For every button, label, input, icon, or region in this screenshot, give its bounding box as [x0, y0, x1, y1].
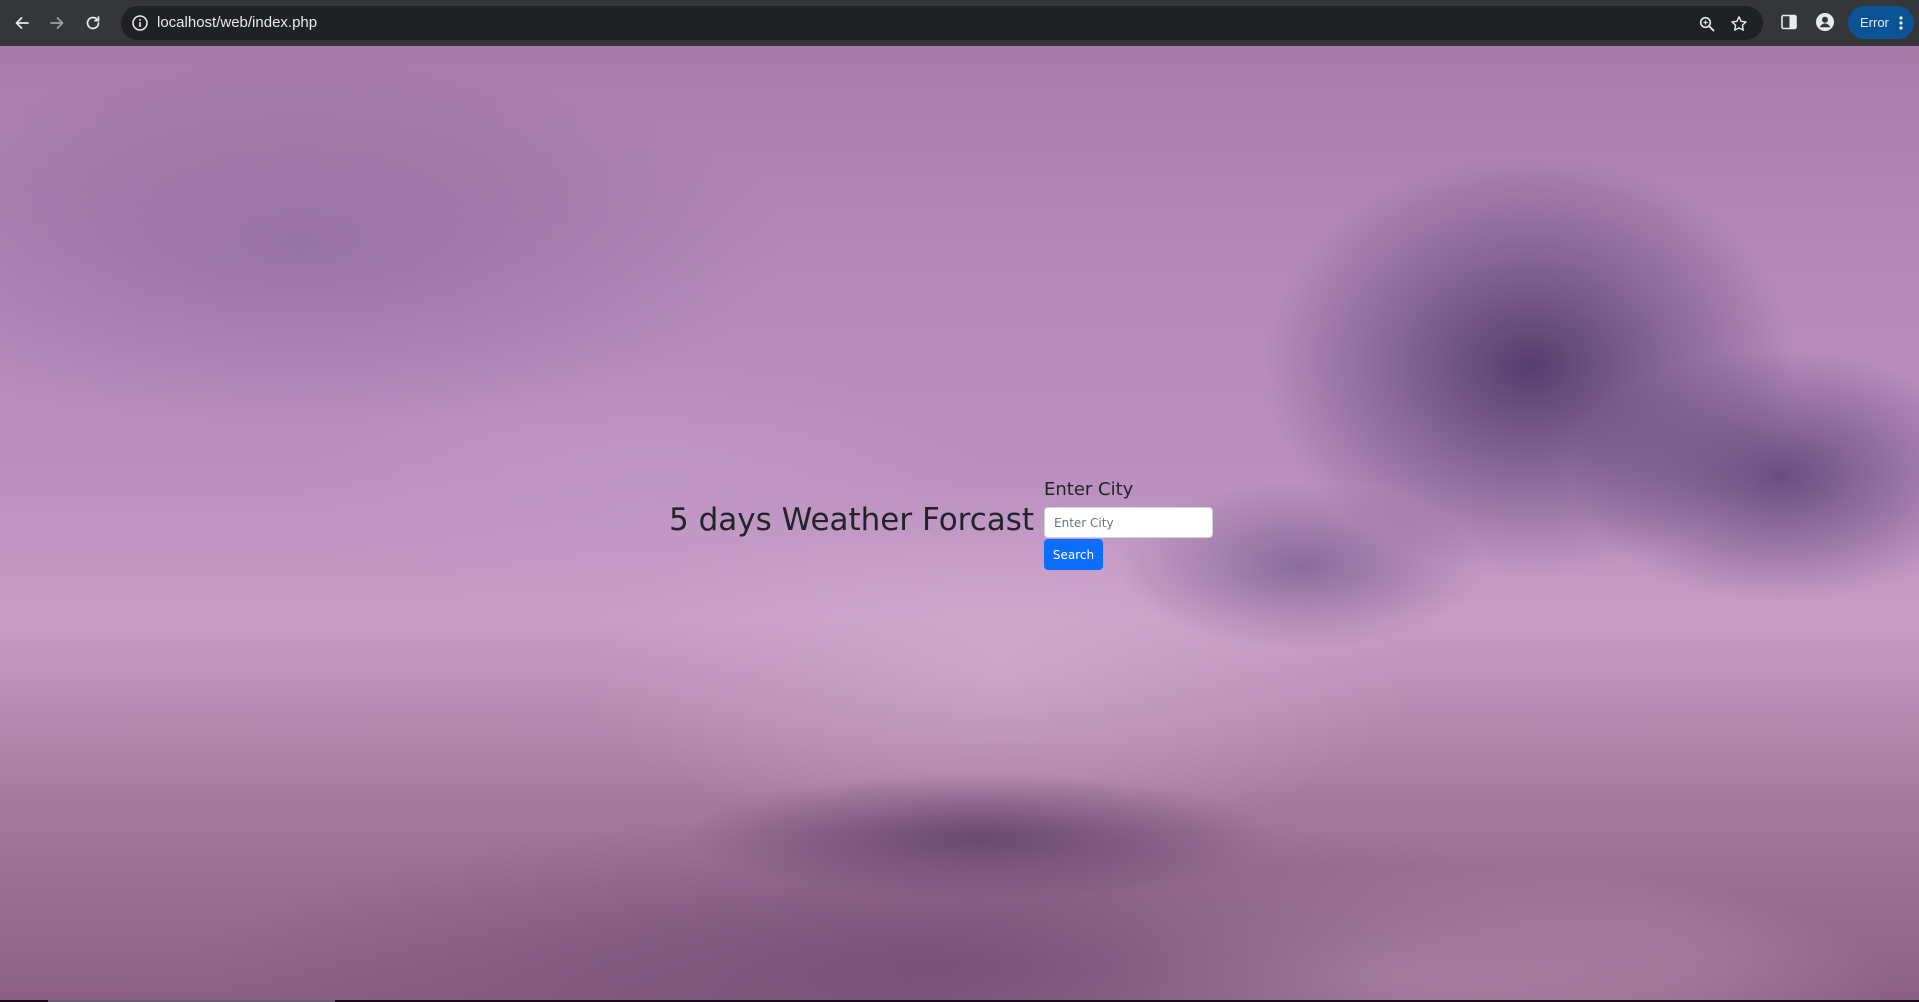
browser-toolbar: localhost/web/index.php Error: [0, 0, 1919, 46]
side-panel-icon[interactable]: [1779, 12, 1799, 32]
url-text[interactable]: localhost/web/index.php: [157, 14, 317, 32]
star-icon[interactable]: [1730, 15, 1748, 33]
info-icon[interactable]: [131, 14, 149, 32]
search-button[interactable]: Search: [1044, 539, 1103, 570]
profile-error-label: Error: [1860, 15, 1889, 30]
reload-icon: [86, 16, 100, 30]
page-title: 5 days Weather Forcast: [669, 502, 1035, 538]
city-input[interactable]: [1044, 507, 1213, 538]
arrow-right-icon: [50, 17, 64, 29]
address-bar[interactable]: localhost/web/index.php: [121, 6, 1763, 40]
kebab-menu-icon[interactable]: [1894, 15, 1908, 31]
forward-button[interactable]: [44, 10, 70, 36]
reload-button[interactable]: [80, 10, 106, 36]
person-icon[interactable]: [1815, 12, 1835, 32]
city-label: Enter City: [1044, 479, 1134, 500]
magnifier-icon[interactable]: [1698, 15, 1716, 33]
back-button[interactable]: [9, 10, 35, 36]
arrow-left-icon: [15, 17, 29, 29]
page-viewport: 5 days Weather Forcast Enter City Search: [0, 46, 1919, 1000]
profile-error-button[interactable]: Error: [1848, 6, 1914, 39]
